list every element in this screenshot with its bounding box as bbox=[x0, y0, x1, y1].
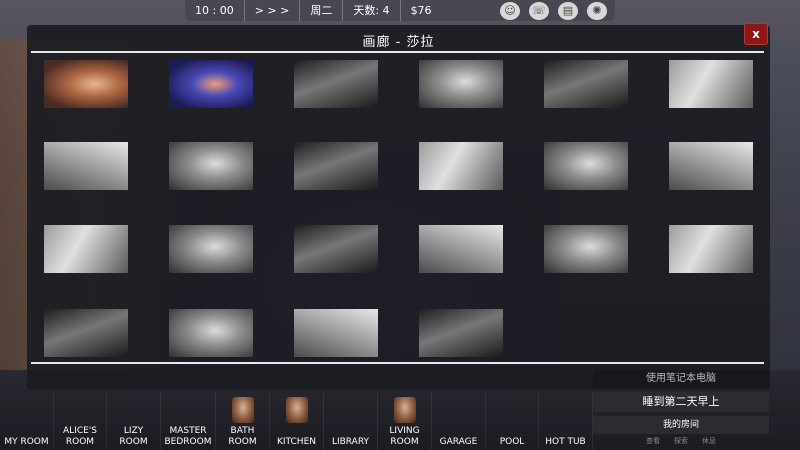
nav-room-kitchen[interactable]: KITCHEN bbox=[270, 393, 324, 450]
skip-time-button[interactable]: > > > bbox=[245, 0, 301, 21]
room-navigation: MY ROOM ALICE'S ROOM LIZY ROOM MASTER BEDROOM B… bbox=[0, 393, 593, 450]
brain-icon[interactable]: ✺ bbox=[587, 1, 607, 20]
gallery-thumbnail[interactable] bbox=[44, 309, 128, 357]
gallery-thumbnail[interactable] bbox=[419, 309, 503, 357]
money-display: $76 bbox=[410, 4, 432, 17]
gallery-thumbnail[interactable] bbox=[44, 225, 128, 273]
gallery-thumbnail[interactable] bbox=[669, 225, 753, 273]
gallery-thumbnail[interactable] bbox=[169, 60, 253, 108]
nav-room-label: BATH ROOM bbox=[228, 426, 257, 447]
nav-room-label: GARAGE bbox=[439, 437, 478, 447]
room-action[interactable]: 休息 bbox=[702, 436, 716, 450]
nav-room-label: LIVING ROOM bbox=[389, 426, 420, 447]
gallery-modal: 画廊 - 莎拉 x bbox=[27, 23, 770, 390]
room-action[interactable]: 探索 bbox=[674, 436, 688, 450]
nav-room-label: POOL bbox=[499, 437, 525, 447]
gallery-thumbnail[interactable] bbox=[294, 225, 378, 273]
nav-room-label: MY ROOM bbox=[4, 437, 49, 447]
room-action[interactable]: 查看 bbox=[646, 436, 660, 450]
top-hud: 10 : 00 > > > 周二 天数: 4 $76 ☺ ☏ ▤ ✺ bbox=[185, 0, 615, 21]
gallery-thumbnail[interactable] bbox=[419, 225, 503, 273]
nav-room-my-room[interactable]: MY ROOM bbox=[0, 393, 54, 450]
room-actions: 查看 探索 休息 bbox=[593, 436, 769, 450]
use-laptop-button[interactable]: 使用笔记本电脑 bbox=[593, 370, 769, 388]
nav-room-library[interactable]: LIBRARY bbox=[324, 393, 378, 450]
profile-icon[interactable]: ☺ bbox=[500, 1, 520, 20]
nav-room-alice-s-room[interactable]: ALICE'S ROOM bbox=[54, 393, 107, 450]
nav-room-bath-room[interactable]: BATH ROOM bbox=[216, 393, 270, 450]
nav-room-label: MASTER BEDROOM bbox=[164, 426, 212, 447]
gallery-thumbnail[interactable] bbox=[544, 60, 628, 108]
bottom-divider bbox=[31, 362, 764, 364]
gallery-thumbnail[interactable] bbox=[669, 142, 753, 190]
character-portrait bbox=[285, 397, 308, 423]
thumbnail-grid bbox=[27, 25, 770, 390]
nav-room-label: LIZY ROOM bbox=[119, 426, 148, 447]
gallery-thumbnail[interactable] bbox=[544, 142, 628, 190]
gallery-thumbnail[interactable] bbox=[44, 60, 128, 108]
nav-room-pool[interactable]: POOL bbox=[486, 393, 539, 450]
journal-icon[interactable]: ▤ bbox=[558, 1, 578, 20]
gallery-thumbnail[interactable] bbox=[44, 142, 128, 190]
gallery-thumbnail[interactable] bbox=[419, 142, 503, 190]
gallery-thumbnail[interactable] bbox=[294, 309, 378, 357]
sleep-button[interactable]: 睡到第二天早上 bbox=[593, 392, 769, 412]
gallery-thumbnail[interactable] bbox=[294, 142, 378, 190]
weekday-display: 周二 bbox=[300, 0, 344, 21]
gallery-thumbnail[interactable] bbox=[544, 225, 628, 273]
nav-room-label: KITCHEN bbox=[277, 437, 316, 447]
nav-room-label: ALICE'S ROOM bbox=[63, 426, 97, 447]
day-counter: 天数: 4 bbox=[343, 0, 401, 21]
nav-room-garage[interactable]: GARAGE bbox=[432, 393, 486, 450]
character-portrait bbox=[231, 397, 254, 423]
gallery-thumbnail[interactable] bbox=[419, 60, 503, 108]
gallery-thumbnail[interactable] bbox=[294, 60, 378, 108]
nav-room-living-room[interactable]: LIVING ROOM bbox=[378, 393, 432, 450]
nav-room-master-bedroom[interactable]: MASTER BEDROOM bbox=[161, 393, 216, 450]
nav-room-label: HOT TUB bbox=[545, 437, 586, 447]
nav-room-hot-tub[interactable]: HOT TUB bbox=[539, 393, 593, 450]
phone-icon[interactable]: ☏ bbox=[529, 1, 549, 20]
gallery-thumbnail[interactable] bbox=[169, 225, 253, 273]
hud-icon-group: ☺ ☏ ▤ ✺ bbox=[500, 1, 615, 20]
gallery-thumbnail[interactable] bbox=[669, 60, 753, 108]
nav-room-label: LIBRARY bbox=[331, 437, 370, 447]
current-room-label: 我的房间 bbox=[593, 416, 769, 434]
gallery-thumbnail[interactable] bbox=[169, 142, 253, 190]
time-display: 10 : 00 bbox=[185, 0, 245, 21]
character-portrait bbox=[393, 397, 416, 423]
gallery-thumbnail[interactable] bbox=[169, 309, 253, 357]
nav-room-lizy-room[interactable]: LIZY ROOM bbox=[107, 393, 161, 450]
